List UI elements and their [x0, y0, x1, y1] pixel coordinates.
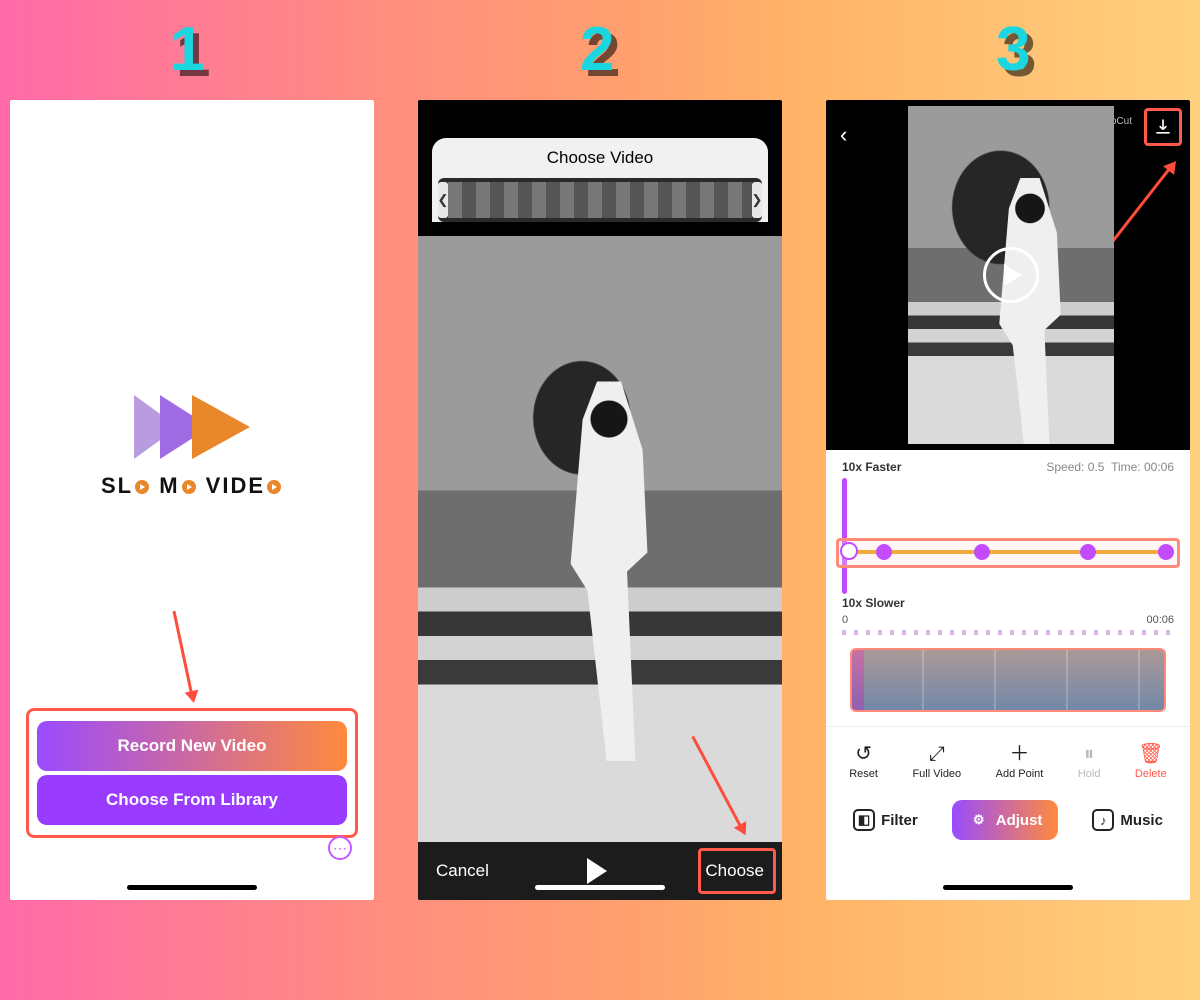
timeline-ticks [842, 630, 1174, 635]
play-dot-icon [135, 480, 149, 494]
download-export-button[interactable] [1144, 108, 1182, 146]
back-icon[interactable]: ‹ [840, 122, 847, 148]
choose-video-sheet: Choose Video ❮ ❯ [432, 138, 768, 222]
mode-tabs: ◧Filter ⚙Adjust ♪Music [826, 790, 1190, 858]
timeline-end: 00:06 [1146, 614, 1174, 626]
tab-filter[interactable]: ◧Filter [837, 800, 934, 840]
music-note-icon: ♪ [1092, 809, 1114, 831]
app-logo: SL M VIDE [10, 395, 374, 499]
filmstrip-frames [448, 182, 752, 218]
speed-track [850, 550, 1170, 554]
editor-controls-panel: 10x Faster Speed: 0.5 Time: 00:06 10x Sl… [826, 450, 1190, 900]
play-icon [1004, 264, 1022, 286]
slower-label: 10x Slower [842, 596, 905, 610]
speed-point-handle[interactable] [974, 544, 990, 560]
clip-filmstrip[interactable] [850, 648, 1166, 712]
play-dot-icon [267, 480, 281, 494]
home-indicator[interactable] [535, 885, 665, 890]
adjust-sliders-icon: ⚙ [968, 809, 990, 831]
trash-icon: 🗑 [1135, 743, 1167, 765]
annotation-arrow [172, 611, 194, 702]
video-preview[interactable] [418, 236, 782, 842]
speed-point-handle[interactable] [876, 544, 892, 560]
more-options-icon[interactable]: ⋯ [328, 836, 352, 860]
edit-toolbar: ↺Reset ⤢Full Video ＋Add Point ⏸Hold 🗑Del… [826, 726, 1190, 790]
speed-point-handle[interactable] [1158, 544, 1174, 560]
time-readout: Time: 00:06 [1111, 460, 1174, 474]
expand-icon: ⤢ [912, 743, 961, 765]
faster-label: 10x Faster [842, 460, 901, 474]
app-brand-text: SL M VIDE [10, 473, 374, 499]
tab-adjust[interactable]: ⚙Adjust [952, 800, 1059, 840]
screen-3-editor: ‹ ✂ CapCut 10x Faster Speed: 0.5 Time: 0… [826, 100, 1190, 900]
speed-readout: Speed: 0.5 [1046, 460, 1104, 474]
step-number-1: 1 [170, 14, 206, 85]
screen-1-home: SL M VIDE Record New Video Choose From L… [10, 100, 374, 900]
step-number-2: 2 [580, 14, 616, 85]
full-video-button[interactable]: ⤢Full Video [912, 743, 961, 780]
video-trim-strip[interactable]: ❮ ❯ [438, 178, 762, 222]
add-point-button[interactable]: ＋Add Point [996, 743, 1044, 780]
download-icon [1153, 117, 1173, 137]
filter-icon: ◧ [853, 809, 875, 831]
home-indicator[interactable] [943, 885, 1073, 890]
trim-handle-right-icon[interactable]: ❯ [752, 182, 762, 218]
editor-preview-area: ‹ ✂ CapCut [826, 100, 1190, 450]
screen-2-choose-video: Choose Video ❮ ❯ Cancel Choose [418, 100, 782, 900]
play-dot-icon [182, 480, 196, 494]
pause-icon: ⏸ [1078, 743, 1101, 765]
delete-button[interactable]: 🗑Delete [1135, 743, 1167, 780]
logo-triangle-icon [192, 395, 250, 459]
annotation-highlight-box: Record New Video Choose From Library [26, 708, 358, 838]
video-preview[interactable] [908, 106, 1114, 444]
annotation-highlight-box [698, 848, 776, 894]
reset-button[interactable]: ↺Reset [849, 743, 878, 780]
step-number-3: 3 [996, 14, 1032, 85]
record-new-video-button[interactable]: Record New Video [37, 721, 347, 771]
tab-music[interactable]: ♪Music [1076, 800, 1179, 840]
hold-button[interactable]: ⏸Hold [1078, 743, 1101, 780]
play-icon[interactable] [587, 858, 607, 884]
home-indicator[interactable] [127, 885, 257, 890]
timeline-ruler[interactable]: 0 00:06 [842, 614, 1174, 642]
speed-point-handle[interactable] [840, 542, 858, 560]
choose-from-library-button[interactable]: Choose From Library [37, 775, 347, 825]
timeline-start: 0 [842, 614, 848, 626]
reset-icon: ↺ [849, 743, 878, 765]
plus-icon: ＋ [996, 743, 1044, 765]
play-button[interactable] [983, 247, 1039, 303]
speed-point-handle[interactable] [1080, 544, 1096, 560]
speed-curve-editor[interactable] [836, 478, 1180, 594]
trim-handle-left-icon[interactable]: ❮ [438, 182, 448, 218]
sheet-title: Choose Video [432, 148, 768, 178]
cancel-button[interactable]: Cancel [436, 861, 489, 881]
playhead-icon[interactable] [842, 478, 847, 594]
